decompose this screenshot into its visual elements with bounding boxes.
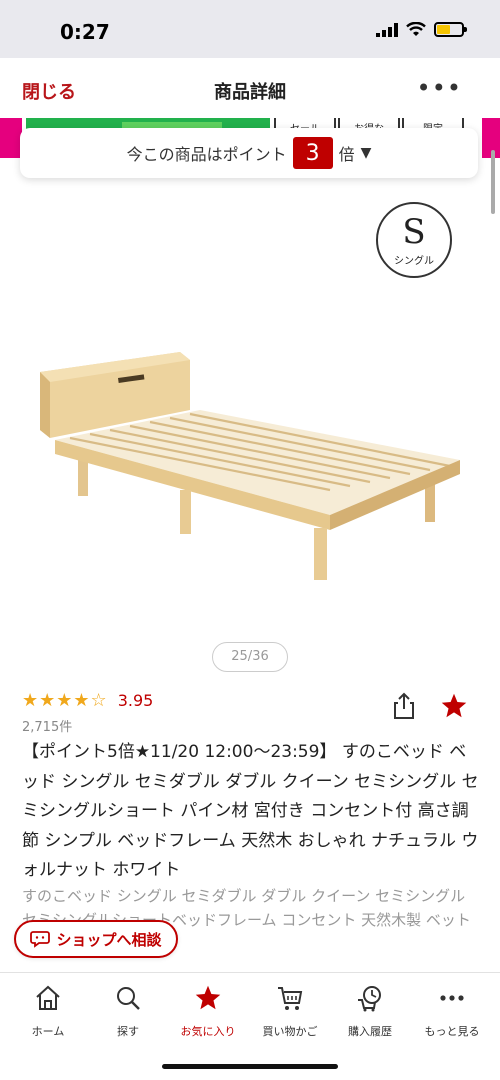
signal-icon [376,22,398,37]
nav-history[interactable]: 購入履歴 [330,983,410,1039]
nav-label: お気に入り [180,1025,236,1038]
points-banner[interactable]: 今この商品はポイント 3 倍 ▼ [20,128,478,178]
points-prefix: 今この商品はポイント [126,145,287,164]
search-icon [117,987,140,1010]
battery-icon [434,22,467,37]
status-bar: 0:27 [0,0,500,58]
favorite-star-icon[interactable] [440,692,468,720]
chat-icon [30,931,51,948]
product-image[interactable] [30,330,470,590]
shop-consult-button[interactable]: ショップへ相談 [14,920,178,958]
nav-more[interactable]: もっと見る [412,983,492,1039]
status-time: 0:27 [60,20,110,44]
points-multiplier: 3 [292,137,333,169]
product-title: 【ポイント5倍★11/20 12:00〜23:59】 すのこベッド ベッド シン… [22,742,479,880]
home-icon [36,985,60,1010]
rating-stars: ★★★★☆ [22,690,108,711]
points-suffix: 倍 [338,145,355,164]
review-count[interactable]: 2,715件 [22,716,72,735]
history-icon [358,986,381,1012]
nav-label: ホーム [31,1025,65,1038]
gallery-indicator: 25/36 [212,642,288,672]
ellipsis-icon[interactable]: ••• [417,74,462,102]
nav-label: もっと見る [424,1025,480,1038]
rating-row[interactable]: ★★★★☆ 3.95 [22,690,153,711]
more-icon [440,995,464,1001]
sheet-header: 閉じる 商品詳細 ••• [0,58,500,118]
size-badge: S シングル [376,202,452,278]
size-letter: S [402,212,426,252]
caret-down-icon: ▼ [360,145,372,161]
nav-cart[interactable]: 買い物かご [250,983,330,1039]
nav-favorites[interactable]: お気に入り [168,983,248,1039]
nav-label: 探す [117,1025,139,1038]
banner-decoration [0,118,22,158]
nav-label: 購入履歴 [348,1025,392,1038]
star-icon [195,985,221,1010]
status-icons [376,22,467,37]
scrollbar[interactable] [491,150,495,214]
shop-consult-label: ショップへ相談 [56,930,162,949]
nav-search[interactable]: 探す [88,983,168,1039]
home-indicator [162,1064,338,1069]
rating-value: 3.95 [117,691,154,710]
size-label: シングル [394,256,434,267]
wifi-icon [406,22,426,36]
share-icon[interactable] [392,692,416,720]
nav-label: 買い物かご [262,1025,318,1038]
cart-icon [278,987,303,1010]
nav-home[interactable]: ホーム [8,983,88,1039]
